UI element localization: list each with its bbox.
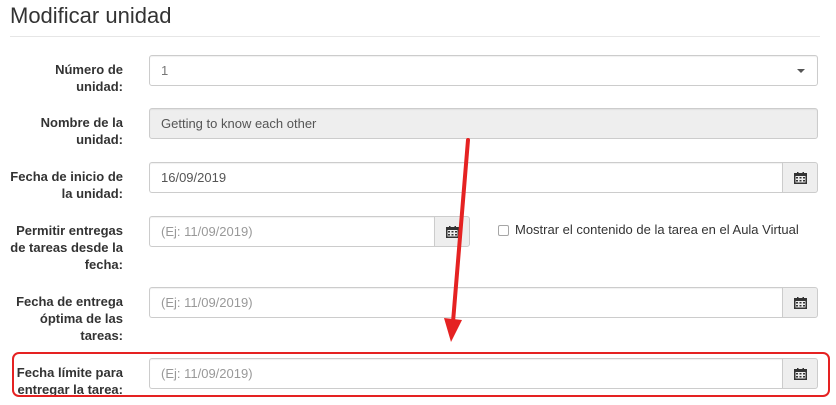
annotation-arrow-icon <box>444 138 470 342</box>
